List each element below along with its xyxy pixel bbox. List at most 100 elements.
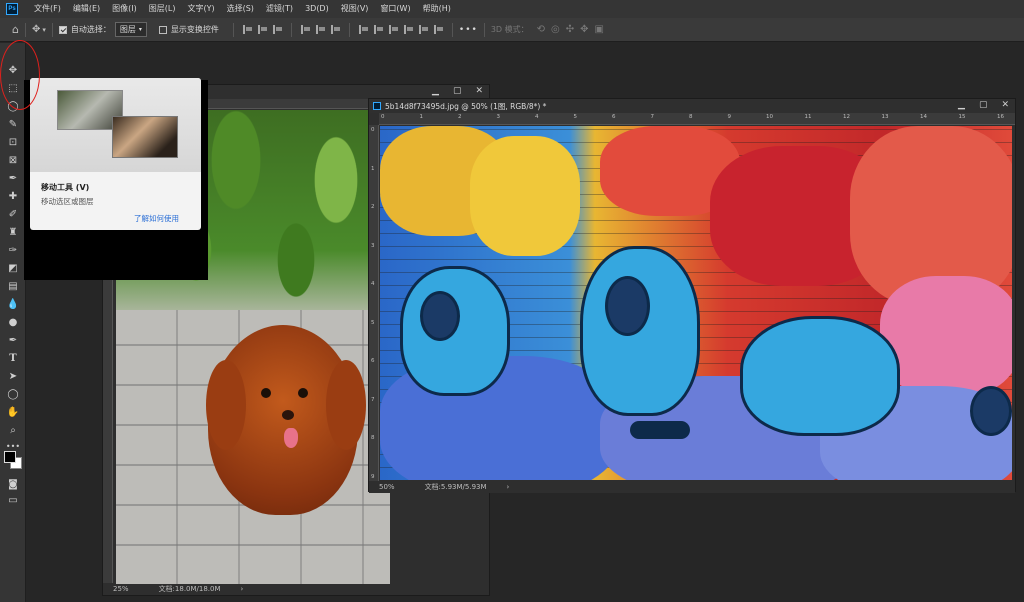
menu-select[interactable]: 选择(S): [221, 0, 260, 18]
ruler-tick-label: 9: [727, 114, 732, 120]
path-select-tool-icon[interactable]: ➤: [5, 369, 21, 383]
distribute-bottom-icon[interactable]: [388, 25, 398, 34]
menu-edit[interactable]: 编辑(E): [67, 0, 106, 18]
auto-select-checkbox[interactable]: 自动选择：: [58, 24, 111, 35]
ruler-tick-label: 7: [650, 114, 655, 120]
blur-tool-icon[interactable]: 💧: [5, 297, 21, 311]
move-tool-icon[interactable]: ✥: [32, 24, 40, 35]
dog-tongue: [284, 428, 298, 448]
healing-brush-tool-icon[interactable]: ✚: [5, 189, 21, 203]
tooltip-preview: [30, 78, 201, 172]
menu-filter[interactable]: 滤镜(T): [260, 0, 299, 18]
divider: [24, 22, 26, 37]
minimize-icon[interactable]: ▁: [958, 100, 965, 110]
status-arrow-icon[interactable]: ›: [507, 483, 510, 491]
menu-layer[interactable]: 图层(L): [143, 0, 182, 18]
auto-select-label: 自动选择：: [70, 25, 111, 34]
hand-tool-icon[interactable]: ✋: [5, 405, 21, 419]
divider: [232, 22, 234, 37]
mode-3d-label: 3D 模式：: [490, 25, 529, 34]
checkbox-checked-icon: [58, 25, 67, 34]
slide-3d-icon[interactable]: ✥: [580, 24, 588, 35]
ruler-tick-label: 8: [689, 114, 693, 120]
photoshop-logo: Ps: [6, 3, 18, 15]
horizontal-ruler: 0 1 2 3 4 5 6 7 8 9 10 11 12 13 14 15 16: [379, 113, 1015, 125]
menu-view[interactable]: 视图(V): [335, 0, 375, 18]
ruler-tick-label: 5: [573, 114, 578, 120]
ruler-tick-label: 12: [843, 114, 850, 120]
dog-eye-left: [261, 388, 271, 398]
chevron-down-icon[interactable]: ▾: [42, 26, 46, 34]
align-vcenter-icon[interactable]: [315, 25, 325, 34]
clone-stamp-tool-icon[interactable]: ♜: [5, 225, 21, 239]
dog-ear-left: [206, 360, 246, 450]
quick-select-tool-icon[interactable]: ✎: [5, 117, 21, 131]
dog-eye-right: [298, 388, 308, 398]
ruler-tick-label: 9: [371, 473, 375, 480]
distribute-top-icon[interactable]: [358, 25, 368, 34]
type-tool-icon[interactable]: T: [5, 351, 21, 365]
show-transform-label: 显示变换控件: [170, 25, 219, 34]
distribute-vcenter-icon[interactable]: [373, 25, 383, 34]
align-right-icon[interactable]: [272, 25, 282, 34]
brush-tool-icon[interactable]: ✐: [5, 207, 21, 221]
roll-3d-icon[interactable]: ◎: [551, 24, 560, 35]
graffiti-image[interactable]: [380, 126, 1012, 480]
dodge-tool-icon[interactable]: ●: [5, 315, 21, 329]
checkbox-unchecked-icon: [158, 25, 167, 34]
align-hcenter-icon[interactable]: [257, 25, 267, 34]
gradient-tool-icon[interactable]: ▤: [5, 279, 21, 293]
distribute-right-icon[interactable]: [433, 25, 443, 34]
divider: [483, 22, 485, 37]
ruler-tick-label: 0: [381, 114, 385, 120]
pan-3d-icon[interactable]: ✣: [566, 24, 574, 35]
zoom-level[interactable]: 50%: [379, 483, 395, 491]
graffiti-shape: [630, 421, 690, 439]
quick-mask-icon[interactable]: ◙: [5, 477, 21, 491]
ruler-tick-label: 3: [371, 242, 375, 249]
orbit-3d-icon[interactable]: ⟲: [537, 24, 545, 35]
more-options-button[interactable]: •••: [459, 25, 478, 35]
maximize-icon[interactable]: ▢: [453, 86, 462, 96]
align-top-icon[interactable]: [300, 25, 310, 34]
ruler-tick-label: 8: [371, 435, 375, 441]
status-arrow-icon[interactable]: ›: [241, 585, 244, 593]
pen-tool-icon[interactable]: ✒: [5, 333, 21, 347]
home-icon[interactable]: ⌂: [12, 23, 19, 36]
align-left-icon[interactable]: [242, 25, 252, 34]
tooltip-learn-more-link[interactable]: 了解如何使用: [134, 213, 179, 224]
graffiti-robot-eye: [605, 276, 650, 336]
tools-panel: ✥ ⬚ ◯ ✎ ⊡ ⊠ ✒ ✚ ✐ ♜ ✑ ◩ ▤ 💧 ● ✒ T ➤ ◯ ✋ …: [0, 43, 26, 602]
distribute-hcenter-icon[interactable]: [418, 25, 428, 34]
show-transform-checkbox[interactable]: 显示变换控件: [158, 24, 219, 35]
zoom-tool-icon[interactable]: ⌕: [5, 423, 21, 437]
layer-select[interactable]: 图层 ▾: [114, 22, 147, 37]
menu-image[interactable]: 图像(I): [106, 0, 143, 18]
document-title-bar[interactable]: 5b14d8f73495d.jpg @ 50% (1图, RGB/8*) * ▁…: [369, 99, 1015, 113]
scale-3d-icon[interactable]: ▣: [595, 24, 604, 35]
distribute-left-icon[interactable]: [403, 25, 413, 34]
close-icon[interactable]: ✕: [1001, 100, 1009, 110]
frame-tool-icon[interactable]: ⊠: [5, 153, 21, 167]
history-brush-tool-icon[interactable]: ✑: [5, 243, 21, 257]
foreground-color-swatch[interactable]: [4, 451, 16, 463]
zoom-level[interactable]: 25%: [113, 585, 129, 593]
ruler-tick-label: 11: [804, 114, 812, 120]
crop-tool-icon[interactable]: ⊡: [5, 135, 21, 149]
menu-type[interactable]: 文字(Y): [181, 0, 220, 18]
eraser-tool-icon[interactable]: ◩: [5, 261, 21, 275]
shape-tool-icon[interactable]: ◯: [5, 387, 21, 401]
graffiti-robot-eye: [970, 386, 1012, 436]
align-bottom-icon[interactable]: [330, 25, 340, 34]
menu-file[interactable]: 文件(F): [28, 0, 67, 18]
screen-mode-icon[interactable]: ▭: [5, 493, 21, 507]
maximize-icon[interactable]: ▢: [979, 100, 988, 110]
eyedropper-tool-icon[interactable]: ✒: [5, 171, 21, 185]
menu-window[interactable]: 窗口(W): [374, 0, 416, 18]
close-icon[interactable]: ✕: [475, 86, 483, 96]
document-title: 5b14d8f73495d.jpg @ 50% (1图, RGB/8*) *: [385, 101, 547, 111]
menu-3d[interactable]: 3D(D): [299, 0, 335, 18]
ruler-tick-label: 3: [496, 114, 501, 120]
menu-help[interactable]: 帮助(H): [417, 0, 457, 18]
minimize-icon[interactable]: ▁: [432, 86, 439, 96]
